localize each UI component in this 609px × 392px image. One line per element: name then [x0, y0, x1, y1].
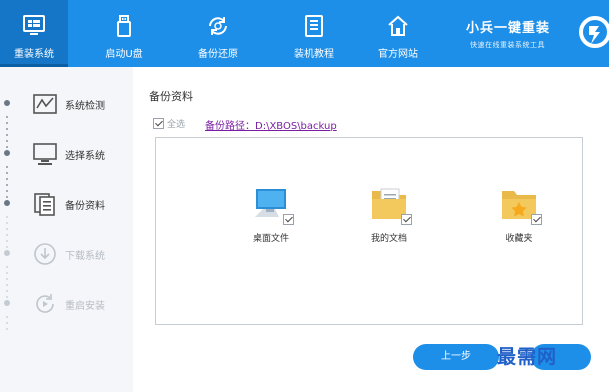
select-all-checkbox[interactable]: 全选	[153, 117, 185, 130]
monitor-icon	[23, 15, 45, 35]
nav-usb-boot[interactable]: 启动U盘	[92, 0, 156, 67]
step-dot	[4, 250, 10, 256]
step-dot	[4, 100, 10, 106]
backup-path-link[interactable]: 备份路径：D:\XBOS\backup	[205, 117, 337, 132]
documents-checkbox[interactable]	[401, 214, 412, 225]
nav-reinstall-system[interactable]: 重装系统	[0, 0, 68, 67]
top-navigation-bar: 重装系统 启动U盘 备份还原 装机教程 官方网站 小兵一键重装 快速在线重装系统…	[0, 0, 609, 67]
favorites-checkbox[interactable]	[531, 214, 542, 225]
backup-item-desktop[interactable]: 桌面文件	[226, 183, 316, 244]
step-label: 系统检测	[65, 101, 105, 112]
step-select-system: 选择系统	[0, 139, 133, 169]
step-connector	[6, 316, 8, 334]
prev-step-button[interactable]: 上一步	[413, 344, 499, 370]
step-restart-install: 重启安装	[0, 289, 133, 319]
nav-label: 备份还原	[198, 49, 238, 60]
watermark-logo: 最需网	[497, 346, 558, 368]
step-dot	[4, 150, 10, 156]
brand-logo-icon	[579, 16, 609, 48]
desktop-checkbox[interactable]	[283, 214, 294, 225]
select-all-label: 全选	[167, 120, 186, 130]
step-label: 选择系统	[65, 151, 105, 162]
brand-title: 小兵一键重装	[466, 21, 551, 36]
usb-icon	[117, 15, 131, 37]
nav-install-tutorial[interactable]: 装机教程	[282, 0, 346, 67]
step-dot	[4, 200, 10, 206]
step-label: 备份资料	[65, 201, 105, 212]
page-title: 备份资料	[149, 90, 193, 103]
file-label: 我的文档	[370, 234, 407, 244]
backup-item-favorites[interactable]: 收藏夹	[474, 183, 564, 244]
download-icon	[34, 243, 56, 265]
nav-label: 装机教程	[294, 49, 334, 60]
backup-icon	[209, 17, 227, 35]
nav-label: 官方网站	[378, 49, 418, 60]
book-icon	[305, 15, 323, 37]
step-backup-data: 备份资料	[0, 189, 133, 219]
step-label: 下载系统	[65, 251, 105, 262]
backup-items-panel: 桌面文件 我的文档 收藏夹	[155, 137, 583, 325]
backup-item-documents[interactable]: 我的文档	[344, 183, 434, 244]
file-label: 桌面文件	[252, 234, 289, 244]
nav-label: 重装系统	[14, 49, 54, 60]
nav-backup-restore[interactable]: 备份还原	[186, 0, 250, 67]
nav-label: 启动U盘	[105, 49, 143, 60]
home-icon	[388, 15, 408, 36]
desktop-icon	[33, 143, 57, 165]
file-label: 收藏夹	[505, 234, 533, 244]
restart-icon	[36, 294, 54, 313]
checkbox-icon[interactable]	[153, 118, 164, 129]
step-download-system: 下载系统	[0, 239, 133, 269]
chart-icon	[33, 94, 57, 114]
step-dot	[4, 300, 10, 306]
progress-sidebar: 系统检测 选择系统 备份资料 下载系统 重启安装	[0, 67, 133, 392]
step-system-check: 系统检测	[0, 89, 133, 119]
nav-official-site[interactable]: 官方网站	[366, 0, 430, 67]
step-label: 重启安装	[65, 301, 105, 312]
document-icon	[34, 193, 55, 216]
brand-subtitle: 快速在线重装系统工具	[470, 41, 545, 49]
